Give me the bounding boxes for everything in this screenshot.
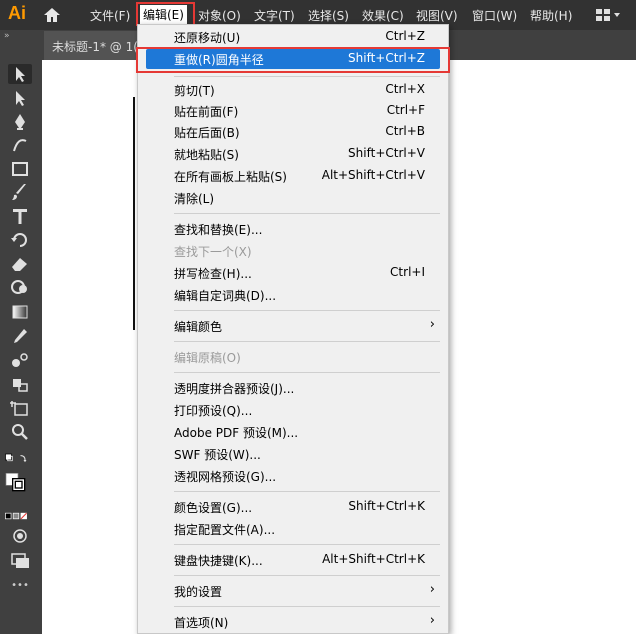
menu-object[interactable]: 对象(O) bbox=[198, 7, 241, 24]
menu-separator bbox=[174, 76, 440, 77]
eraser-tool-icon[interactable] bbox=[8, 254, 32, 274]
draw-mode-icon[interactable] bbox=[8, 526, 32, 546]
gradient-tool-icon[interactable] bbox=[8, 302, 32, 322]
menu-item-paste-in-front[interactable]: 贴在前面(F) Ctrl+F bbox=[138, 101, 448, 121]
menu-item-clear[interactable]: 清除(L) bbox=[138, 188, 448, 208]
menu-item-pdf-presets[interactable]: Adobe PDF 预设(M)... bbox=[138, 422, 448, 442]
menu-separator bbox=[174, 491, 440, 492]
rotate-tool-icon[interactable] bbox=[8, 230, 32, 250]
menu-item-my-settings[interactable]: 我的设置 › bbox=[138, 581, 448, 601]
more-tools-icon[interactable]: ••• bbox=[8, 580, 32, 600]
pen-tool-icon[interactable] bbox=[8, 112, 32, 132]
edit-menu-highlight-box bbox=[136, 2, 195, 26]
menu-item-find-replace[interactable]: 查找和替换(E)... bbox=[138, 219, 448, 239]
menu-item-transparency-flattener-presets[interactable]: 透明度拼合器预设(J)... bbox=[138, 378, 448, 398]
symbol-sprayer-tool-icon[interactable] bbox=[8, 374, 32, 394]
redo-highlight-box bbox=[136, 47, 450, 73]
menu-item-paste-in-place[interactable]: 就地粘贴(S) Shift+Ctrl+V bbox=[138, 144, 448, 164]
shape-builder-tool-icon[interactable] bbox=[8, 278, 32, 298]
curvature-tool-icon[interactable] bbox=[8, 135, 32, 155]
color-mode-icons[interactable] bbox=[4, 506, 38, 520]
menu-separator bbox=[174, 372, 440, 373]
home-icon[interactable] bbox=[42, 6, 62, 24]
artboard-edge bbox=[133, 97, 135, 330]
screen-mode-icon[interactable] bbox=[8, 550, 32, 570]
menu-item-assign-profile[interactable]: 指定配置文件(A)... bbox=[138, 519, 448, 539]
zoom-tool-icon[interactable] bbox=[8, 422, 32, 442]
document-tab-label: 未标题-1* @ 1( bbox=[52, 40, 138, 54]
direct-selection-tool-icon[interactable] bbox=[8, 88, 32, 108]
menu-item-edit-colors[interactable]: 编辑颜色 › bbox=[138, 316, 448, 336]
menu-window[interactable]: 窗口(W) bbox=[472, 7, 517, 24]
menu-separator bbox=[174, 544, 440, 545]
menu-file[interactable]: 文件(F) bbox=[90, 7, 130, 24]
menu-item-keyboard-shortcuts[interactable]: 键盘快捷键(K)... Alt+Shift+Ctrl+K bbox=[138, 550, 448, 570]
blend-tool-icon[interactable] bbox=[8, 350, 32, 370]
edit-menu-dropdown: 还原移动(U) Ctrl+Z 重做(R)圆角半径 Shift+Ctrl+Z 剪切(T… bbox=[137, 24, 449, 634]
chevron-right-icon: › bbox=[429, 582, 435, 597]
menu-item-paste-on-all-artboards[interactable]: 在所有画板上粘贴(S) Alt+Shift+Ctrl+V bbox=[138, 166, 448, 186]
menu-item-find-next: 查找下一个(X) bbox=[174, 245, 252, 259]
menu-type[interactable]: 文字(T) bbox=[254, 7, 295, 24]
chevron-right-icon: › bbox=[429, 613, 435, 628]
menu-item-spell-check[interactable]: 拼写检查(H)... Ctrl+I bbox=[138, 263, 448, 283]
menu-separator bbox=[174, 575, 440, 576]
menu-item-undo[interactable]: 还原移动(U) Ctrl+Z bbox=[138, 27, 448, 47]
selection-tool-icon[interactable] bbox=[8, 64, 32, 84]
rectangle-tool-icon[interactable] bbox=[8, 159, 32, 179]
menu-select[interactable]: 选择(S) bbox=[308, 7, 349, 24]
menu-separator bbox=[174, 310, 440, 311]
menu-item-cut[interactable]: 剪切(T) Ctrl+X bbox=[138, 80, 448, 100]
chevron-right-icon: › bbox=[429, 317, 435, 332]
paintbrush-tool-icon[interactable] bbox=[8, 182, 32, 202]
menu-item-paste-in-back[interactable]: 贴在后面(B) Ctrl+B bbox=[138, 122, 448, 142]
menu-separator bbox=[174, 606, 440, 607]
menu-item-swf-presets[interactable]: SWF 预设(W)... bbox=[138, 444, 448, 464]
workspace-switcher-icon[interactable] bbox=[594, 7, 622, 23]
menu-separator bbox=[174, 341, 440, 342]
default-fill-stroke-icon[interactable] bbox=[4, 450, 36, 470]
type-tool-icon[interactable] bbox=[8, 206, 32, 226]
menu-item-perspective-grid-presets[interactable]: 透视网格预设(G)... bbox=[138, 466, 448, 486]
artboard-tool-icon[interactable] bbox=[8, 398, 32, 418]
tools-panel: ••• bbox=[0, 60, 42, 634]
menu-item-edit-custom-dictionary[interactable]: 编辑自定词典(D)... bbox=[138, 285, 448, 305]
menu-effect[interactable]: 效果(C) bbox=[362, 7, 404, 24]
menu-item-print-presets[interactable]: 打印预设(Q)... bbox=[138, 400, 448, 420]
menu-item-edit-original: 编辑原稿(O) bbox=[174, 351, 241, 365]
collapse-panel-icon[interactable]: » bbox=[4, 31, 10, 41]
app-logo: Ai bbox=[8, 3, 26, 23]
fill-stroke-swatch[interactable] bbox=[4, 472, 38, 502]
menu-separator bbox=[174, 213, 440, 214]
menu-view[interactable]: 视图(V) bbox=[416, 7, 458, 24]
eyedropper-tool-icon[interactable] bbox=[8, 326, 32, 346]
menu-help[interactable]: 帮助(H) bbox=[530, 7, 572, 24]
menu-item-color-settings[interactable]: 颜色设置(G)... Shift+Ctrl+K bbox=[138, 497, 448, 517]
menu-item-preferences[interactable]: 首选项(N) › bbox=[138, 612, 448, 632]
